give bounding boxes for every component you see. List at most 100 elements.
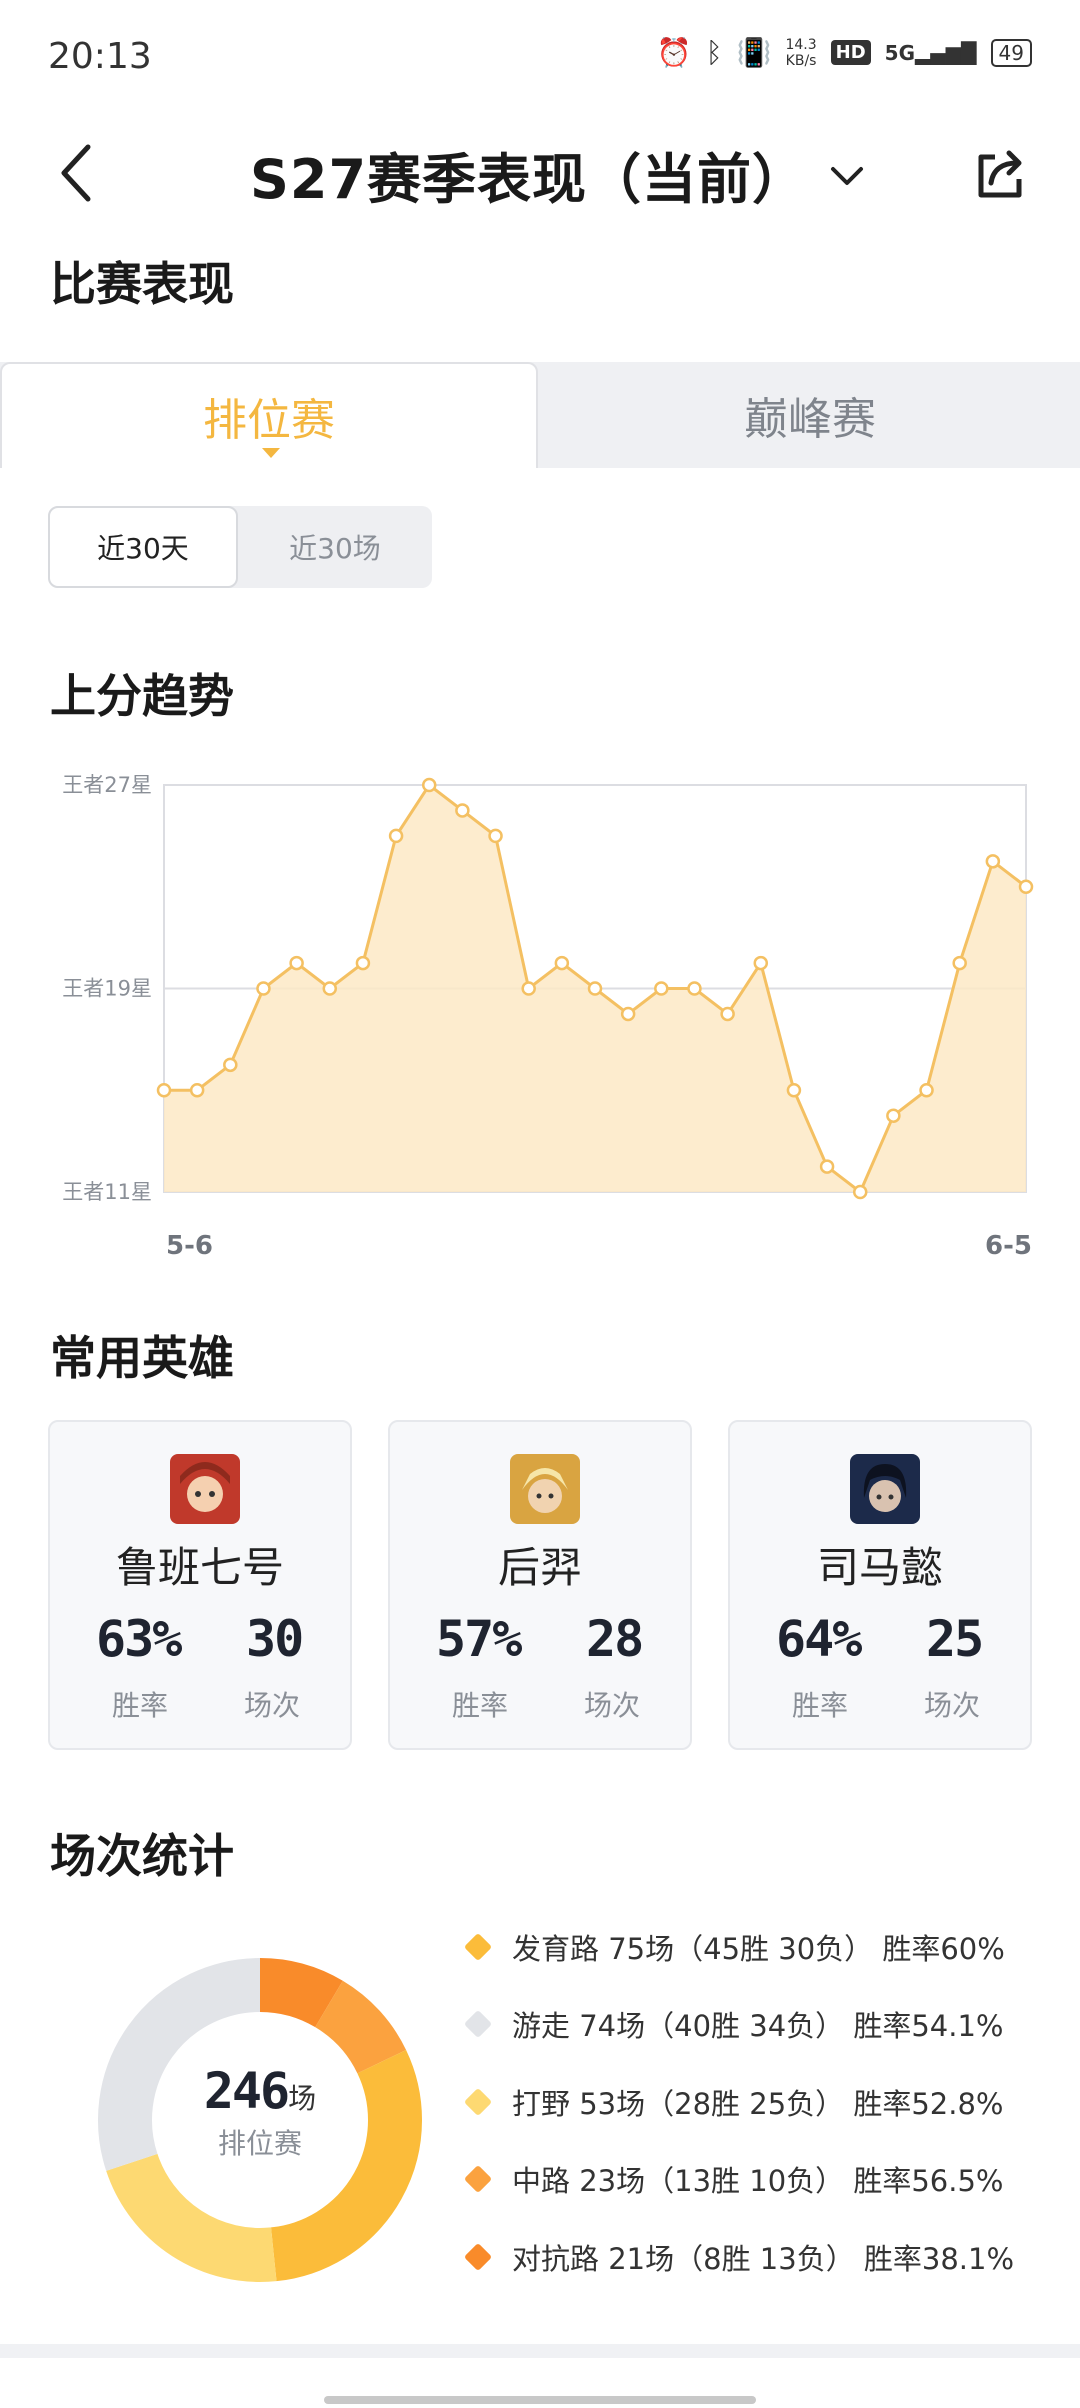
donut-segment [106, 2153, 277, 2282]
range-last-30-games[interactable]: 近30场 [238, 506, 432, 588]
data-point [952, 955, 967, 971]
hero-card-luban[interactable]: 鲁班七号 63% 30 胜率 场次 [48, 1420, 352, 1750]
data-point [720, 1006, 735, 1022]
hero-name: 司马懿 [816, 1543, 943, 1592]
data-point [322, 981, 338, 996]
home-indicator[interactable] [324, 2396, 756, 2404]
hero-win-rate-label: 胜率 [452, 1689, 509, 1722]
data-point [819, 1159, 835, 1174]
legend-item: 对抗路 21场（8胜 13负） 胜率38.1% [462, 2236, 1014, 2278]
tab-peak[interactable]: 巅峰赛 [540, 362, 1080, 468]
hero-avatar-houyi [510, 1454, 580, 1524]
data-point [488, 828, 503, 844]
hero-win-rate: 57% [436, 1610, 522, 1668]
share-icon [978, 150, 1022, 198]
page-title: S27赛季表现（当前） [250, 148, 808, 211]
hero-games-label: 场次 [924, 1689, 981, 1722]
legend-item: 游走 74场（40胜 34负） 胜率54.1% [462, 2003, 1004, 2045]
tab-peak-label: 巅峰赛 [744, 394, 876, 445]
range-last-30-days[interactable]: 近30天 [48, 506, 238, 588]
donut-segment [259, 1958, 343, 2028]
legend-text: 游走 74场（40胜 34负） 胜率54.1% [512, 2009, 1004, 2043]
tab-ranked-label: 排位赛 [203, 395, 335, 446]
hero-win-rate-label: 胜率 [792, 1689, 849, 1722]
hero-card-simayi[interactable]: 司马懿 64% 25 胜率 场次 [728, 1420, 1032, 1750]
data-point [554, 955, 570, 971]
y-tick-label: 王者11星 [62, 1180, 152, 1204]
share-button[interactable] [966, 140, 1036, 210]
hero-avatar-luban [170, 1454, 240, 1524]
legend-text: 中路 23场（13胜 10负） 胜率56.5% [512, 2164, 1004, 2198]
chevron-down-icon [831, 166, 864, 185]
hero-games: 25 [926, 1610, 984, 1668]
hd-icon: HD [830, 40, 871, 65]
network-speed-value: 14.3 [785, 36, 817, 53]
legend-item: 发育路 75场（45胜 30负） 胜率60% [462, 1926, 1005, 1968]
hero-games: 30 [246, 1610, 304, 1668]
legend-text: 对抗路 21场（8胜 13负） 胜率38.1% [512, 2242, 1015, 2276]
alarm-icon: ⏰ [656, 36, 692, 69]
section-title-heroes: 常用英雄 [50, 1331, 234, 1385]
x-start-label: 5-6 [166, 1231, 213, 1261]
legend-swatch-icon [463, 1932, 493, 1962]
hero-name: 鲁班七号 [115, 1543, 284, 1592]
y-tick-label: 王者19星 [62, 977, 152, 1001]
data-point [421, 777, 437, 793]
data-point [587, 981, 603, 996]
data-point [189, 1083, 205, 1098]
data-point [620, 1006, 636, 1022]
rank-trend-chart: 王者27星王者19星王者11星 5-6 6-5 [62, 773, 1034, 1261]
status-time: 20:13 [48, 36, 152, 77]
donut-unit: 场 [288, 2082, 317, 2115]
back-arrow-icon [61, 144, 91, 202]
data-point [985, 854, 1001, 869]
data-point [455, 803, 470, 818]
bottom-divider [0, 2344, 1080, 2358]
bluetooth-icon: ᛒ [705, 36, 723, 69]
section-title-match: 比赛表现 [50, 257, 234, 311]
back-button[interactable] [46, 138, 106, 208]
battery-icon: 49 [990, 38, 1032, 67]
donut-label: 排位赛 [217, 2127, 302, 2160]
legend-text: 发育路 75场（45胜 30负） 胜率60% [512, 1932, 1005, 1966]
data-point [654, 981, 669, 996]
data-point [753, 955, 769, 971]
data-point [852, 1184, 868, 1200]
network-speed: 14.3 KB/s [785, 37, 816, 69]
donut-total: 246 [203, 2062, 290, 2120]
range-last-30-days-label: 近30天 [97, 532, 189, 565]
hero-games: 28 [586, 1610, 644, 1668]
x-end-label: 6-5 [985, 1231, 1032, 1261]
data-point [156, 1083, 172, 1098]
hero-name: 后羿 [497, 1543, 582, 1592]
data-point [687, 981, 702, 996]
data-point [886, 1108, 901, 1123]
data-point [919, 1083, 934, 1098]
data-point [223, 1057, 238, 1073]
data-point [289, 955, 304, 971]
vibrate-icon: 📳 [736, 36, 772, 69]
donut-segment [314, 1980, 407, 2075]
data-point [1018, 879, 1034, 894]
data-point [786, 1083, 802, 1098]
legend-swatch-icon [463, 2242, 493, 2272]
hero-win-rate-label: 胜率 [112, 1689, 169, 1722]
hero-avatar-simayi [850, 1454, 920, 1524]
range-toggle: 近30天 近30场 [48, 506, 432, 588]
legend-swatch-icon [463, 2087, 493, 2117]
donut-center: 246场 排位赛 [140, 2062, 380, 2162]
tab-ranked[interactable]: 排位赛 [0, 362, 538, 468]
network-speed-unit: KB/s [785, 52, 817, 69]
data-point [388, 828, 404, 844]
season-selector[interactable]: S27赛季表现（当前） [250, 135, 867, 214]
data-point [521, 981, 536, 996]
range-last-30-games-label: 近30场 [289, 532, 381, 565]
hero-win-rate: 64% [776, 1610, 862, 1668]
hero-win-rate: 63% [96, 1610, 182, 1668]
legend-item: 中路 23场（13胜 10负） 胜率56.5% [462, 2158, 1004, 2200]
hero-card-houyi[interactable]: 后羿 57% 28 胜率 场次 [388, 1420, 692, 1750]
hero-games-label: 场次 [244, 1689, 301, 1722]
hero-games-label: 场次 [584, 1689, 641, 1722]
status-icons: ⏰ ᛒ 📳 14.3 KB/s HD 5G▂▄▆█ 49 [657, 36, 1032, 69]
active-tab-indicator [262, 448, 280, 458]
